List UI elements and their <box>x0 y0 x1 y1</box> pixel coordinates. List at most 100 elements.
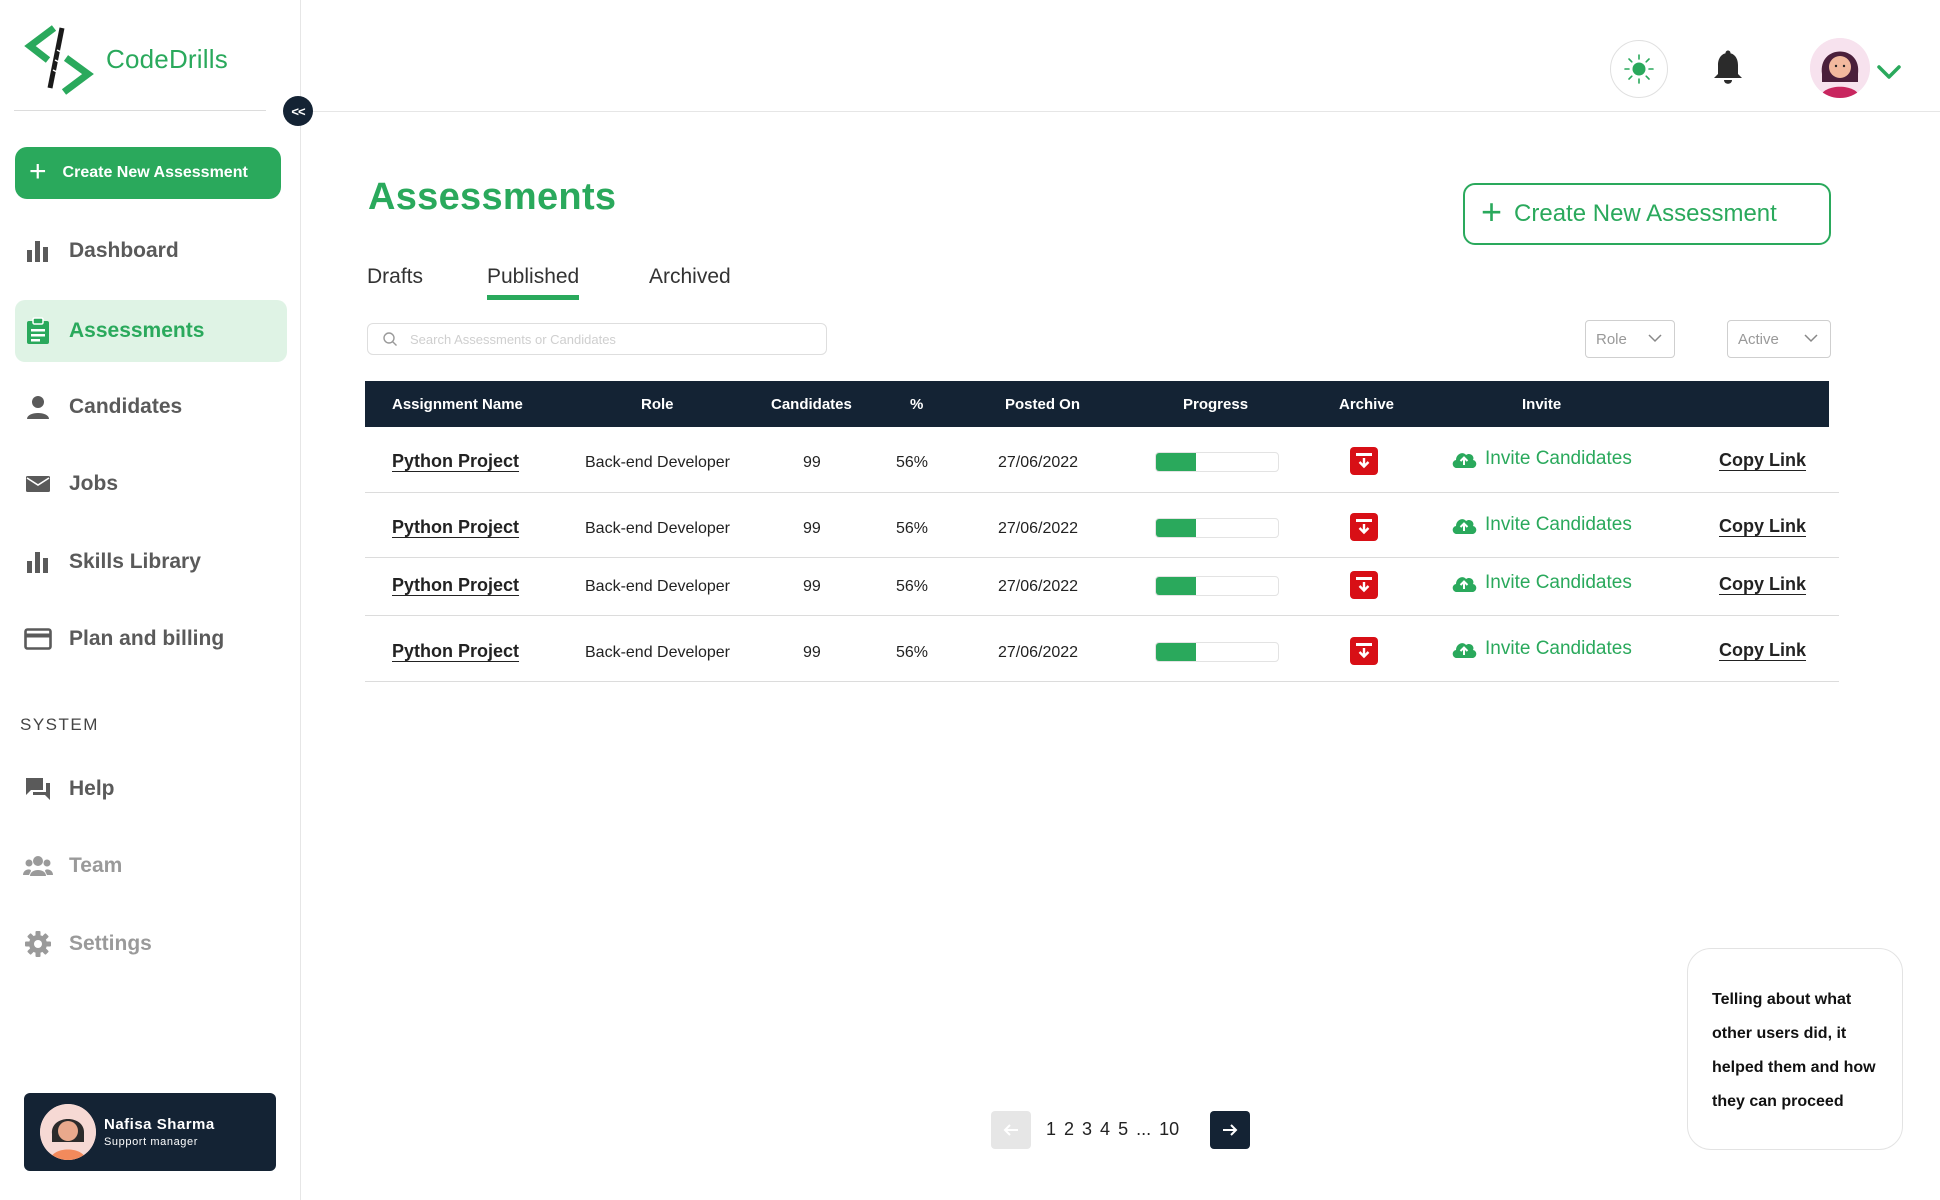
search-icon <box>383 332 397 346</box>
previous-page-button[interactable] <box>991 1111 1031 1149</box>
invite-candidates-button[interactable]: Invite Candidates <box>1451 514 1632 536</box>
page-number[interactable]: 5 <box>1118 1119 1128 1140</box>
page-number[interactable]: 2 <box>1064 1119 1074 1140</box>
invite-candidates-button[interactable]: Invite Candidates <box>1451 572 1632 594</box>
percent-cell: 56% <box>896 578 929 595</box>
assessment-name-link[interactable]: Python Project <box>392 517 519 538</box>
chat-bubbles-icon <box>23 774 53 804</box>
sidebar-item-team[interactable]: Team <box>15 836 287 896</box>
sidebar-item-assessments[interactable]: Assessments <box>15 300 287 362</box>
assessment-name-link[interactable]: Python Project <box>392 575 519 596</box>
sidebar-item-plan-and-billing[interactable]: Plan and billing <box>15 609 287 669</box>
next-page-button[interactable] <box>1210 1111 1250 1149</box>
sidebar-create-assessment-button[interactable]: + Create New Assessment <box>15 147 281 199</box>
role-filter-dropdown[interactable]: Role <box>1585 320 1675 358</box>
page-number[interactable]: 10 <box>1159 1119 1179 1140</box>
support-profile-card[interactable]: Nafisa Sharma Support manager <box>24 1093 276 1171</box>
credit-card-icon <box>23 624 53 654</box>
column-header-progress: Progress <box>1183 396 1249 413</box>
gear-icon <box>23 929 53 959</box>
app-name: CodeDrills <box>106 43 228 74</box>
avatar <box>40 1104 96 1160</box>
copy-link-button[interactable]: Copy Link <box>1719 516 1806 537</box>
role-cell: Back-end Developer <box>585 454 730 471</box>
chevron-down-icon[interactable] <box>1876 63 1902 81</box>
candidates-cell: 99 <box>803 578 821 595</box>
chevron-down-icon <box>1804 334 1818 343</box>
archive-button[interactable] <box>1350 447 1378 475</box>
invite-candidates-button[interactable]: Invite Candidates <box>1451 638 1632 660</box>
archive-button[interactable] <box>1350 571 1378 599</box>
assessment-name-link[interactable]: Python Project <box>392 641 519 662</box>
notifications-button[interactable] <box>1712 50 1744 86</box>
profile-name: Nafisa Sharma <box>104 1116 215 1133</box>
sidebar-item-dashboard[interactable]: Dashboard <box>15 221 287 281</box>
tab-published[interactable]: Published <box>487 265 580 300</box>
sidebar: CodeDrills + Create New Assessment Dashb… <box>0 0 301 1200</box>
sun-icon <box>1624 54 1654 84</box>
column-header-assignment-name: Assignment Name <box>392 396 523 413</box>
sidebar-item-label: Team <box>69 854 123 877</box>
sidebar-item-skills-library[interactable]: Skills Library <box>15 532 287 592</box>
user-avatar[interactable] <box>1810 38 1870 98</box>
pagination-pages: 1 2 3 4 5 ... 10 <box>1046 1119 1179 1140</box>
bell-icon <box>1714 50 1742 84</box>
role-filter-value: Role <box>1596 330 1627 348</box>
status-filter-dropdown[interactable]: Active <box>1727 320 1831 358</box>
invite-candidates-button[interactable]: Invite Candidates <box>1451 448 1632 470</box>
sidebar-item-help[interactable]: Help <box>15 759 287 819</box>
table-header: Assignment Name Role Candidates % Posted… <box>365 381 1829 427</box>
progress-fill <box>1156 643 1197 661</box>
cloud-upload-icon <box>1452 519 1477 534</box>
bar-chart-icon <box>23 236 53 266</box>
theme-toggle-button[interactable] <box>1610 40 1668 98</box>
sidebar-item-label: Jobs <box>69 472 119 495</box>
arrow-left-icon <box>1003 1124 1018 1136</box>
copy-link-button[interactable]: Copy Link <box>1719 574 1806 595</box>
archive-button[interactable] <box>1350 637 1378 665</box>
profile-role: Support manager <box>104 1136 198 1148</box>
candidates-cell: 99 <box>803 454 821 471</box>
tab-drafts[interactable]: Drafts <box>367 265 423 289</box>
progress-bar <box>1155 452 1279 472</box>
create-new-assessment-button[interactable]: + Create New Assessment <box>1463 183 1831 245</box>
invite-candidates-label: Invite Candidates <box>1485 514 1632 535</box>
progress-bar <box>1155 518 1279 538</box>
sidebar-create-label: Create New Assessment <box>62 164 248 181</box>
table-row: Python Project Back-end Developer 99 56%… <box>365 617 1839 682</box>
search-input[interactable] <box>410 331 790 347</box>
percent-cell: 56% <box>896 454 929 471</box>
cloud-upload-icon <box>1452 453 1477 468</box>
candidates-cell: 99 <box>803 644 821 661</box>
role-cell: Back-end Developer <box>585 520 730 537</box>
column-header-percent: % <box>910 396 924 413</box>
column-header-candidates: Candidates <box>771 396 852 413</box>
sidebar-item-candidates[interactable]: Candidates <box>15 377 287 437</box>
candidates-cell: 99 <box>803 520 821 537</box>
page-number[interactable]: 3 <box>1082 1119 1092 1140</box>
sidebar-item-settings[interactable]: Settings <box>15 914 287 974</box>
collapse-sidebar-button[interactable]: << <box>283 96 313 126</box>
copy-link-button[interactable]: Copy Link <box>1719 640 1806 661</box>
search-box[interactable] <box>367 323 827 355</box>
assessment-name-link[interactable]: Python Project <box>392 451 519 472</box>
role-cell: Back-end Developer <box>585 578 730 595</box>
header-divider <box>302 111 1940 112</box>
table-row: Python Project Back-end Developer 99 56%… <box>365 427 1839 493</box>
tab-archived[interactable]: Archived <box>649 265 731 289</box>
group-icon <box>23 851 53 881</box>
sidebar-item-jobs[interactable]: Jobs <box>15 454 287 514</box>
column-header-role: Role <box>641 396 674 413</box>
system-section-label: SYSTEM <box>20 715 99 734</box>
page-title: Assessments <box>368 176 617 218</box>
percent-cell: 56% <box>896 520 929 537</box>
page-number[interactable]: 1 <box>1046 1119 1056 1140</box>
copy-link-button[interactable]: Copy Link <box>1719 450 1806 471</box>
person-icon <box>23 392 53 422</box>
page-ellipsis: ... <box>1136 1119 1152 1139</box>
logo[interactable]: CodeDrills <box>24 22 228 96</box>
archive-icon <box>1356 519 1372 535</box>
archive-button[interactable] <box>1350 513 1378 541</box>
archive-icon <box>1356 453 1372 469</box>
page-number[interactable]: 4 <box>1100 1119 1110 1140</box>
